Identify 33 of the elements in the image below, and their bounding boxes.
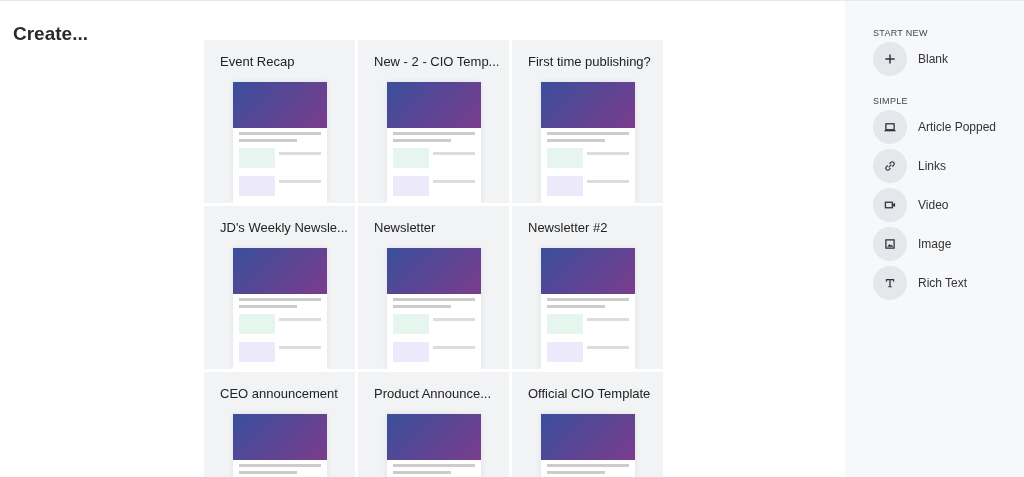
option-label[interactable]: Video — [918, 198, 949, 212]
template-title: Newsletter #2 — [528, 220, 609, 235]
template-title: CEO announcement — [220, 386, 339, 401]
template-card[interactable]: First time publishing? — [512, 40, 663, 203]
option-icon-button[interactable] — [873, 188, 907, 222]
template-title: Official CIO Template — [528, 386, 652, 401]
template-card[interactable]: CEO announcement — [204, 372, 355, 477]
template-card[interactable]: Newsletter — [358, 206, 509, 369]
option-label[interactable]: Links — [918, 159, 946, 173]
section-heading: START NEW — [873, 28, 929, 38]
template-card[interactable]: JD's Weekly Newsle... — [204, 206, 355, 369]
template-card[interactable]: Product Announce... — [358, 372, 509, 477]
template-card[interactable]: New - 2 - CIO Temp... — [358, 40, 509, 203]
option-icon-button[interactable] — [873, 227, 907, 261]
template-title: First time publishing? — [528, 54, 652, 69]
template-title: Event Recap — [220, 54, 296, 69]
template-card[interactable]: Newsletter #2 — [512, 206, 663, 369]
template-title: New - 2 - CIO Temp... — [374, 54, 501, 69]
template-title: JD's Weekly Newsle... — [220, 220, 349, 235]
template-card[interactable]: Official CIO Template — [512, 372, 663, 477]
page-title: Create... — [13, 23, 89, 45]
template-title: Newsletter — [374, 220, 437, 235]
option-icon-button[interactable] — [873, 266, 907, 300]
option-icon-button[interactable] — [873, 42, 907, 76]
option-label[interactable]: Image — [918, 237, 952, 251]
option-icon-button[interactable] — [873, 110, 907, 144]
option-label[interactable]: Rich Text — [918, 276, 968, 290]
option-icon-button[interactable] — [873, 149, 907, 183]
option-label[interactable]: Article Popped — [918, 120, 997, 134]
option-label[interactable]: Blank — [918, 52, 949, 66]
template-card[interactable]: Event Recap — [204, 40, 355, 203]
template-title: Product Announce... — [374, 386, 493, 401]
section-heading: SIMPLE — [873, 96, 909, 106]
